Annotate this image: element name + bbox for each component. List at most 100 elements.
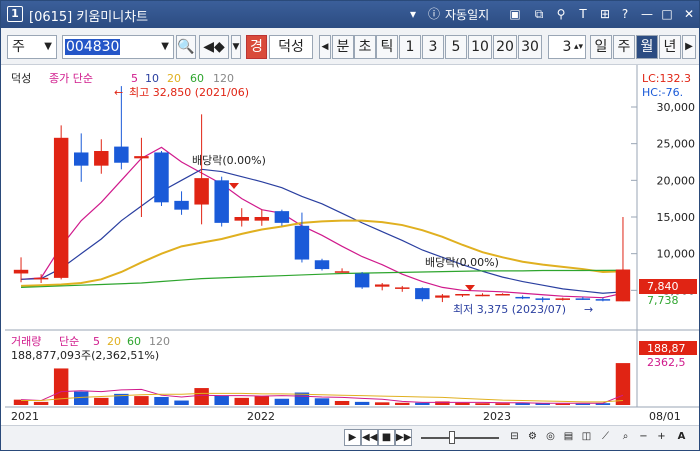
zoom-out-icon[interactable]: −	[635, 429, 652, 446]
candle-body	[575, 298, 591, 300]
autolock-label[interactable]: 자동일지	[445, 6, 489, 23]
minimize-icon[interactable]: —	[639, 6, 655, 22]
volume-axis-tag-bottom: 2362,5	[647, 356, 686, 369]
period-day-button[interactable]: 일	[590, 35, 612, 59]
stock-code-input[interactable]: 004830 ▼	[62, 35, 174, 59]
chart-area: 5,00010,00015,00020,00025,00030,000 덕성 종…	[1, 65, 699, 425]
volume-bar	[274, 398, 290, 405]
volume-bar	[33, 401, 49, 405]
mini-chart-window: 1 [0615] 키움미니차트 ▾ ⓘ 자동일지 ▣ ⧉ ⚲ T ⊞ ? — □…	[0, 0, 700, 451]
pin-icon[interactable]: ⚲	[553, 6, 569, 22]
volume-bar	[234, 397, 249, 405]
status-bar: ▶ ◀◀ ■ ▶▶ ⊟ ⚙ ◎ ▤ ◫ ⟋ ⌕ − + A	[1, 425, 699, 450]
volume-ma-60: 60	[127, 335, 141, 348]
prev-arrow-button[interactable]: ◀	[319, 35, 331, 59]
number-button-1[interactable]: 1	[399, 35, 421, 59]
legend-ma-10: 10	[145, 72, 159, 85]
candle-body	[13, 269, 29, 274]
play-button[interactable]: ▶	[344, 429, 361, 446]
volume-ma-5: 5	[93, 335, 100, 348]
candle-body	[314, 260, 330, 270]
candle-body	[294, 225, 310, 260]
interval-tick-button[interactable]: 틱	[376, 35, 398, 59]
candle-body	[555, 298, 570, 300]
high-arrow-icon: ←	[114, 86, 123, 99]
close-icon[interactable]: ✕	[681, 6, 697, 22]
x-label-2021: 2021	[11, 410, 39, 423]
volume-bar	[154, 396, 169, 405]
number-button-5[interactable]: 5	[445, 35, 467, 59]
y-tick-label: 30,000	[657, 101, 696, 114]
speaker-button[interactable]: ◀◆	[199, 35, 229, 59]
candle-body	[374, 284, 390, 287]
number-button-10[interactable]: 10	[468, 35, 492, 59]
volume-bar	[214, 395, 229, 405]
layers-icon[interactable]: ▤	[560, 429, 577, 446]
layout-icon[interactable]: ▣	[507, 6, 523, 22]
maximize-icon[interactable]: □	[659, 6, 675, 22]
volume-bar	[455, 402, 470, 405]
period-year-button[interactable]: 년	[659, 35, 681, 59]
x-label-2023: 2023	[483, 410, 511, 423]
stop-button[interactable]: ■	[378, 429, 395, 446]
draw-icon[interactable]: ⟋	[597, 429, 614, 446]
candle-body	[254, 217, 270, 221]
volume-bar	[254, 396, 270, 405]
candle-body	[274, 211, 290, 223]
more-arrow-button[interactable]: ▶	[682, 35, 696, 59]
legend-ma-60: 60	[190, 72, 204, 85]
zoom-slider[interactable]	[421, 437, 499, 439]
candle-body	[435, 295, 450, 298]
ma-value-tag: 7,738	[647, 294, 679, 307]
zoom-icon[interactable]: ⌕	[617, 429, 634, 446]
chevron-down-icon: ▼	[161, 41, 169, 52]
number-button-20[interactable]: 20	[493, 35, 517, 59]
rewind-button[interactable]: ◀◀	[361, 429, 378, 446]
number-button-3[interactable]: 3	[422, 35, 444, 59]
volume-bar	[374, 402, 390, 405]
dividend-label-2: 배당락(0.00%)	[425, 256, 499, 269]
candle-body	[615, 269, 631, 302]
candle-body	[53, 137, 69, 278]
candle-body	[194, 178, 209, 205]
volume-bar	[354, 401, 370, 405]
volume-bar	[74, 391, 89, 405]
help-icon[interactable]: ?	[617, 6, 633, 22]
volume-bar	[495, 403, 510, 405]
stock-name: 덕성	[269, 35, 313, 59]
window-number: 1	[7, 6, 23, 22]
search-button[interactable]: 🔍	[176, 35, 196, 59]
forward-button[interactable]: ▶▶	[395, 429, 412, 446]
candle-body	[114, 146, 129, 163]
auto-scale-icon[interactable]: A	[673, 429, 690, 446]
period-select[interactable]: 주 ▼	[7, 35, 57, 59]
table-icon[interactable]: ⊟	[506, 429, 523, 446]
compare-icon[interactable]: ◫	[578, 429, 595, 446]
warning-badge: 경	[246, 35, 267, 59]
number-button-30[interactable]: 30	[518, 35, 542, 59]
legend-stock-name: 덕성	[11, 72, 31, 85]
zoom-slider-handle[interactable]	[449, 431, 455, 444]
high-annotation: 최고 32,850 (2021/06)	[129, 86, 249, 99]
magnet-icon[interactable]: ◎	[542, 429, 559, 446]
period-month-button[interactable]: 월	[636, 35, 658, 59]
period-week-button[interactable]: 주	[613, 35, 635, 59]
text-icon[interactable]: T	[575, 6, 591, 22]
copy-icon[interactable]: ⧉	[531, 6, 547, 22]
interval-second-button[interactable]: 초	[354, 35, 376, 59]
settings-icon[interactable]: ⚙	[524, 429, 541, 446]
candle-body	[234, 217, 249, 221]
volume-bar	[575, 403, 591, 405]
hc-label: HC:-76.	[642, 86, 683, 99]
grid-icon[interactable]: ⊞	[597, 6, 613, 22]
info-icon[interactable]: ⓘ	[427, 6, 441, 22]
volume-bar	[174, 400, 189, 405]
dividend-label-1: 배당락(0.00%)	[192, 154, 266, 167]
lc-label: LC:132.3	[642, 72, 691, 85]
interval-minute-button[interactable]: 분	[332, 35, 354, 59]
count-spinner[interactable]: 3 ▴▾	[548, 35, 586, 59]
legend-ma-label: 종가 단순	[49, 72, 93, 85]
zoom-in-icon[interactable]: +	[653, 429, 670, 446]
menu-arrow-icon[interactable]: ▾	[405, 6, 421, 22]
speaker-dropdown[interactable]: ▼	[231, 35, 241, 59]
